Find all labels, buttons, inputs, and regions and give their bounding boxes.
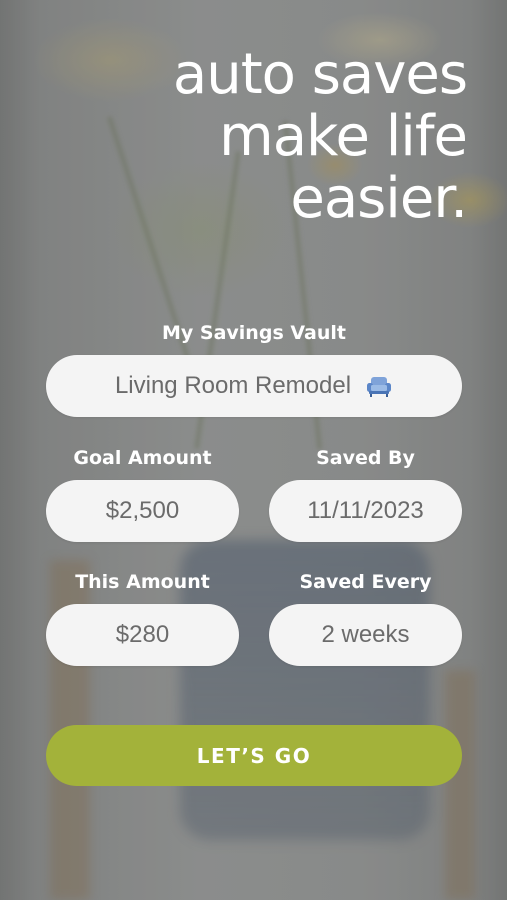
this-amount-field[interactable]: $280: [46, 604, 239, 666]
headline: auto saves make life easier.: [47, 42, 468, 231]
saved-by-label: Saved By: [316, 447, 415, 469]
this-amount-value: $280: [115, 621, 170, 648]
goal-amount-label: Goal Amount: [73, 447, 212, 469]
goal-amount-field[interactable]: $2,500: [46, 480, 239, 542]
savings-vault-field[interactable]: Living Room Remodel: [46, 355, 462, 417]
headline-line: easier.: [290, 166, 468, 231]
lets-go-button-label: LET’S GO: [196, 743, 312, 768]
app-screen: auto saves make life easier. My Savings …: [0, 0, 507, 900]
savings-vault-value: Living Room Remodel: [114, 372, 352, 399]
saved-by-date-field[interactable]: 11/11/2023: [269, 480, 462, 542]
lets-go-button[interactable]: LET’S GO: [46, 725, 462, 786]
goal-amount-value: $2,500: [105, 497, 180, 524]
savings-vault-label: My Savings Vault: [162, 322, 346, 344]
saved-every-label: Saved Every: [299, 571, 432, 593]
sofa-icon: [365, 375, 393, 397]
saved-every-value: 2 weeks: [321, 621, 410, 648]
this-amount-label: This Amount: [75, 571, 210, 593]
headline-line: make life: [219, 104, 468, 169]
saved-every-field[interactable]: 2 weeks: [269, 604, 462, 666]
saved-by-value: 11/11/2023: [307, 497, 424, 524]
headline-line: auto saves: [172, 42, 468, 107]
